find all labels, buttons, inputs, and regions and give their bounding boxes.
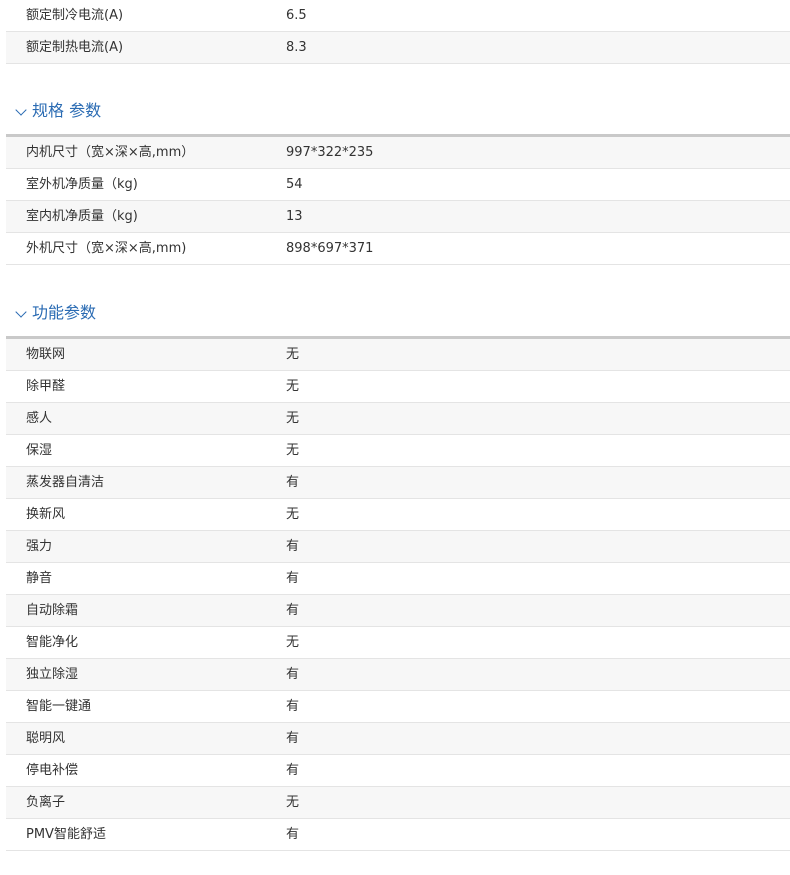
row-label: 聪明风	[26, 731, 66, 746]
spec-table: 内机尺寸（宽×深×高,mm） 997*322*235 室外机净质量（kg) 54…	[6, 137, 790, 265]
row-value: 有	[286, 827, 300, 842]
table-row: 强力 有	[6, 531, 790, 563]
chevron-down-icon	[15, 103, 27, 116]
row-label: 独立除湿	[26, 667, 79, 682]
row-label: 外机尺寸（宽×深×高,mm)	[26, 241, 187, 256]
table-row: 除甲醛 无	[6, 371, 790, 403]
spec-section-title: 规格 参数	[32, 101, 102, 120]
row-value: 无	[286, 411, 300, 426]
row-label: PMV智能舒适	[26, 827, 106, 842]
row-label: 保湿	[26, 443, 53, 458]
row-label: 物联网	[26, 347, 66, 362]
function-section-title: 功能参数	[32, 303, 97, 322]
row-label: 额定制热电流(A)	[26, 40, 124, 55]
row-label: 智能一键通	[26, 699, 92, 714]
function-section-header[interactable]: 功能参数	[14, 300, 96, 326]
row-label: 静音	[26, 571, 53, 586]
row-value: 有	[286, 571, 300, 586]
row-value: 13	[286, 209, 303, 224]
row-label: 除甲醛	[26, 379, 66, 394]
row-value: 54	[286, 177, 303, 192]
table-row: 物联网 无	[6, 339, 790, 371]
row-value: 有	[286, 699, 300, 714]
row-label: 内机尺寸（宽×深×高,mm）	[26, 145, 195, 160]
table-row: 室内机净质量（kg) 13	[6, 201, 790, 233]
row-label: 智能净化	[26, 635, 79, 650]
row-label: 负离子	[26, 795, 66, 810]
table-row: 额定制热电流(A) 8.3	[6, 32, 790, 64]
chevron-down-icon	[15, 305, 27, 318]
row-label: 强力	[26, 539, 53, 554]
table-row: 自动除霜 有	[6, 595, 790, 627]
row-label: 换新风	[26, 507, 66, 522]
row-label: 额定制冷电流(A)	[26, 8, 124, 23]
row-value: 898*697*371	[286, 241, 374, 256]
row-value: 无	[286, 379, 300, 394]
row-value: 有	[286, 731, 300, 746]
row-value: 有	[286, 667, 300, 682]
table-row: PMV智能舒适 有	[6, 819, 790, 851]
table-row: 室外机净质量（kg) 54	[6, 169, 790, 201]
row-value: 6.5	[286, 8, 307, 23]
row-label: 蒸发器自清洁	[26, 475, 105, 490]
table-row: 智能一键通 有	[6, 691, 790, 723]
current-spec-table: 额定制冷电流(A) 6.5 额定制热电流(A) 8.3	[6, 0, 790, 64]
row-label: 室外机净质量（kg)	[26, 177, 138, 192]
table-row: 聪明风 有	[6, 723, 790, 755]
row-value: 有	[286, 475, 300, 490]
table-row: 感人 无	[6, 403, 790, 435]
table-row: 独立除湿 有	[6, 659, 790, 691]
spec-section-header[interactable]: 规格 参数	[14, 98, 101, 124]
row-label: 停电补偿	[26, 763, 79, 778]
function-table: 物联网无 除甲醛无 感人无 保湿无 蒸发器自清洁有 换新风无 强力有 静音有 自…	[6, 339, 790, 851]
row-label: 自动除霜	[26, 603, 79, 618]
row-value: 8.3	[286, 40, 307, 55]
table-row: 负离子 无	[6, 787, 790, 819]
row-value: 有	[286, 603, 300, 618]
row-value: 有	[286, 539, 300, 554]
row-value: 无	[286, 795, 300, 810]
row-label: 室内机净质量（kg)	[26, 209, 138, 224]
table-row: 内机尺寸（宽×深×高,mm） 997*322*235	[6, 137, 790, 169]
table-row: 静音 有	[6, 563, 790, 595]
table-row: 蒸发器自清洁 有	[6, 467, 790, 499]
row-value: 无	[286, 507, 300, 522]
row-value: 无	[286, 443, 300, 458]
row-label: 感人	[26, 411, 53, 426]
row-value: 有	[286, 763, 300, 778]
table-row: 保湿 无	[6, 435, 790, 467]
row-value: 997*322*235	[286, 145, 374, 160]
table-row: 外机尺寸（宽×深×高,mm) 898*697*371	[6, 233, 790, 265]
table-row: 额定制冷电流(A) 6.5	[6, 0, 790, 32]
table-row: 停电补偿 有	[6, 755, 790, 787]
table-row: 换新风 无	[6, 499, 790, 531]
table-row: 智能净化 无	[6, 627, 790, 659]
row-value: 无	[286, 347, 300, 362]
row-value: 无	[286, 635, 300, 650]
